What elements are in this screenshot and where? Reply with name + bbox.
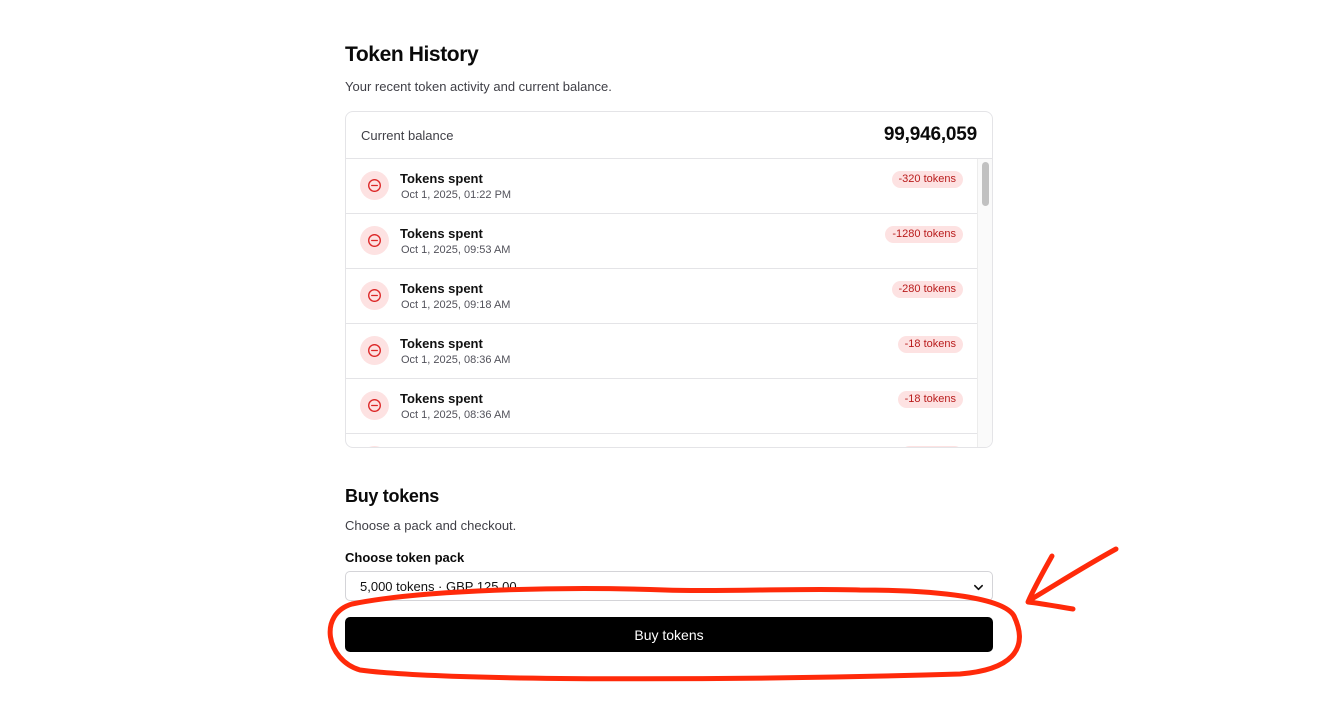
buy-subtitle: Choose a pack and checkout. [345, 518, 517, 533]
minus-circle-icon [360, 171, 389, 200]
entry-title: Tokens spent [400, 171, 483, 186]
balance-value: 99,946,059 [883, 124, 977, 145]
entry-title: Tokens spent [400, 281, 483, 296]
balance-label: Current balance [361, 127, 454, 143]
buy-title: Buy tokens [345, 486, 440, 506]
entry-date: Oct 1, 2025, 09:53 AM [401, 244, 511, 256]
entry-date: Oct 1, 2025, 01:22 PM [401, 189, 512, 201]
buy-tokens-button[interactable]: Buy tokens [345, 617, 993, 652]
entry-amount-badge: -280 tokens [891, 281, 963, 298]
history-scrollbar[interactable] [977, 159, 992, 447]
history-list: Tokens spent Oct 1, 2025, 01:22 PM -320 … [346, 159, 978, 447]
entry-amount-badge: -18 tokens [897, 391, 963, 408]
token-pack-selected-value: 5,000 tokens · GBP 125.00 [360, 578, 517, 594]
balance-row: Current balance 99,946,059 [346, 112, 992, 159]
history-card: Current balance 99,946,059 Tokens spent … [345, 111, 993, 448]
history-entry: Tokens spent Oct 1, 2025, 08:36 AM -18 t… [346, 324, 978, 379]
minus-circle-icon [360, 391, 389, 420]
history-title: Token History [345, 43, 479, 66]
entry-title: Tokens spent [400, 226, 483, 241]
page: Token History Your recent token activity… [0, 0, 1327, 710]
minus-circle-icon [360, 336, 389, 365]
entry-amount-badge: -320 tokens [891, 171, 963, 188]
minus-circle-icon [360, 226, 389, 255]
entry-date: Oct 1, 2025, 09:18 AM [401, 299, 511, 311]
history-entry: Tokens spent Oct 1, 2025, 01:22 PM -320 … [346, 159, 978, 214]
entry-amount-badge: -18 tokens [897, 336, 963, 353]
annotation-arrow-icon [1025, 546, 1119, 612]
history-entry: Tokens spent Oct 1, 2025, 09:18 AM -280 … [346, 269, 978, 324]
history-subtitle: Your recent token activity and current b… [345, 79, 612, 94]
minus-circle-icon [360, 446, 389, 447]
entry-title: Tokens spent [400, 391, 483, 406]
entry-amount-badge-partial [901, 446, 963, 447]
entry-date: Oct 1, 2025, 08:36 AM [401, 409, 511, 421]
token-pack-label: Choose token pack [345, 550, 465, 565]
entry-amount-badge: -1280 tokens [885, 226, 963, 243]
history-list-scroll-area[interactable]: Tokens spent Oct 1, 2025, 01:22 PM -320 … [346, 159, 992, 447]
history-entry: Tokens spent Oct 1, 2025, 09:53 AM -1280… [346, 214, 978, 269]
minus-circle-icon [360, 281, 389, 310]
entry-date: Oct 1, 2025, 08:36 AM [401, 354, 511, 366]
token-pack-select[interactable]: 5,000 tokens · GBP 125.00 [345, 571, 993, 601]
scrollbar-thumb[interactable] [982, 162, 989, 206]
chevron-down-icon [973, 581, 984, 596]
history-entry: Tokens spent Oct 1, 2025, 08:36 AM -18 t… [346, 379, 978, 434]
history-entry-partial [346, 434, 978, 447]
entry-title: Tokens spent [400, 336, 483, 351]
